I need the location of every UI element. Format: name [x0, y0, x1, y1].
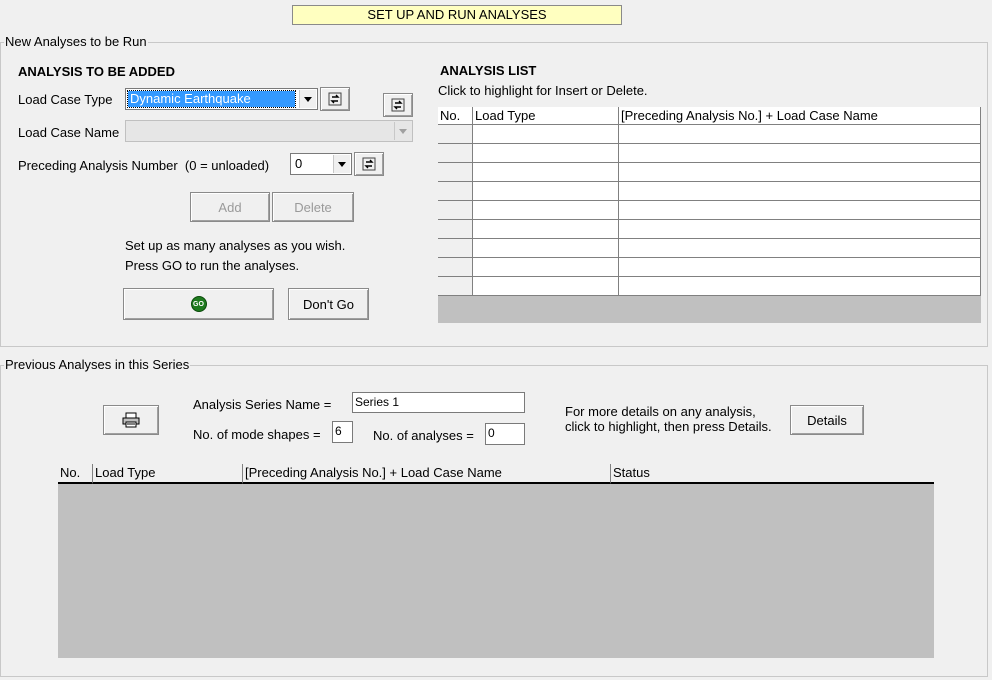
- add-button[interactable]: Add: [190, 192, 270, 222]
- load-case-name-label: Load Case Name: [18, 125, 120, 140]
- load-case-type-refresh-button[interactable]: [320, 87, 350, 111]
- load-case-type-selected: Dynamic Earthquake: [127, 90, 296, 108]
- preceding-analysis-label: Preceding Analysis Number (0 = unloaded): [18, 158, 270, 173]
- previous-analyses-grid[interactable]: No. Load Type [Preceding Analysis No.] +…: [58, 464, 934, 658]
- analysis-list-cell[interactable]: [619, 220, 981, 239]
- prev-grid-col-no[interactable]: No.: [58, 464, 93, 484]
- chevron-down-icon: [338, 161, 346, 167]
- printer-icon: [122, 412, 140, 428]
- analysis-to-add-heading: ANALYSIS TO BE ADDED: [18, 64, 175, 79]
- analysis-list-cell[interactable]: [619, 163, 981, 182]
- preceding-analysis-dropdown-arrow[interactable]: [333, 155, 350, 173]
- analysis-list-refresh-button[interactable]: [383, 93, 413, 117]
- refresh-icon: [362, 157, 376, 171]
- prev-grid-col-case-name[interactable]: [Preceding Analysis No.] + Load Case Nam…: [243, 464, 611, 484]
- prev-grid-col-load-type[interactable]: Load Type: [93, 464, 243, 484]
- go-button[interactable]: GO: [123, 288, 274, 320]
- analysis-list-cell[interactable]: [438, 182, 473, 201]
- analysis-list-hint: Click to highlight for Insert or Delete.: [438, 83, 648, 98]
- new-analyses-group-title: New Analyses to be Run: [4, 34, 148, 49]
- preceding-analysis-refresh-button[interactable]: [354, 152, 384, 176]
- refresh-icon: [328, 92, 342, 106]
- analysis-list-cell[interactable]: [473, 258, 619, 277]
- num-analyses-label: No. of analyses =: [373, 428, 474, 443]
- help-text-line1: Set up as many analyses as you wish.: [125, 238, 346, 253]
- analysis-list-cell[interactable]: [438, 220, 473, 239]
- load-case-name-select[interactable]: [125, 120, 413, 142]
- chevron-down-icon: [399, 128, 407, 134]
- mode-shapes-label: No. of mode shapes =: [193, 427, 321, 442]
- analysis-list-cell[interactable]: [438, 239, 473, 258]
- go-icon: GO: [190, 296, 207, 312]
- analysis-list-cell[interactable]: [473, 201, 619, 220]
- analysis-list-cell[interactable]: [473, 277, 619, 296]
- analysis-list-col-load-type[interactable]: Load Type: [473, 107, 619, 125]
- page-banner: SET UP AND RUN ANALYSES: [292, 5, 622, 25]
- delete-button[interactable]: Delete: [272, 192, 354, 222]
- analysis-list-cell[interactable]: [438, 125, 473, 144]
- preceding-analysis-selected: 0: [295, 156, 303, 171]
- analysis-list-grid[interactable]: No. Load Type [Preceding Analysis No.] +…: [438, 107, 981, 323]
- analysis-list-cell[interactable]: [619, 125, 981, 144]
- analysis-list-cell[interactable]: [619, 277, 981, 296]
- analysis-list-cell[interactable]: [438, 277, 473, 296]
- analysis-list-cell[interactable]: [619, 144, 981, 163]
- mode-shapes-input[interactable]: 6: [332, 421, 353, 443]
- load-case-type-select[interactable]: Dynamic Earthquake: [125, 88, 318, 110]
- print-button[interactable]: [103, 405, 159, 435]
- load-case-name-dropdown-arrow[interactable]: [394, 122, 411, 140]
- analysis-list-col-no[interactable]: No.: [438, 107, 473, 125]
- details-hint-line1: For more details on any analysis,: [565, 404, 756, 419]
- num-analyses-input[interactable]: 0: [485, 423, 525, 445]
- refresh-icon: [391, 98, 405, 112]
- analysis-list-rows[interactable]: [438, 125, 981, 296]
- analysis-list-cell[interactable]: [619, 182, 981, 201]
- preceding-analysis-select[interactable]: 0: [290, 153, 352, 175]
- analysis-list-cell[interactable]: [438, 144, 473, 163]
- series-name-label: Analysis Series Name =: [193, 397, 332, 412]
- analysis-list-cell[interactable]: [473, 220, 619, 239]
- load-case-type-label: Load Case Type: [18, 92, 113, 107]
- previous-analyses-group-title: Previous Analyses in this Series: [4, 357, 191, 372]
- analysis-list-heading: ANALYSIS LIST: [440, 63, 537, 78]
- details-hint-line2: click to highlight, then press Details.: [565, 419, 772, 434]
- analysis-list-cell[interactable]: [438, 163, 473, 182]
- dont-go-button[interactable]: Don't Go: [288, 288, 369, 320]
- analysis-list-cell[interactable]: [473, 182, 619, 201]
- analysis-list-cell[interactable]: [473, 125, 619, 144]
- help-text-line2: Press GO to run the analyses.: [125, 258, 300, 273]
- analysis-list-cell[interactable]: [619, 258, 981, 277]
- analysis-list-cell[interactable]: [473, 144, 619, 163]
- analysis-list-cell[interactable]: [473, 239, 619, 258]
- load-case-type-dropdown-arrow[interactable]: [299, 90, 316, 108]
- details-button[interactable]: Details: [790, 405, 864, 435]
- prev-grid-col-status[interactable]: Status: [611, 464, 934, 484]
- series-name-input[interactable]: Series 1: [352, 392, 525, 413]
- analysis-list-col-case-name[interactable]: [Preceding Analysis No.] + Load Case Nam…: [619, 107, 981, 125]
- analysis-list-cell[interactable]: [473, 163, 619, 182]
- analysis-list-cell[interactable]: [438, 201, 473, 220]
- chevron-down-icon: [304, 96, 312, 102]
- analysis-list-cell[interactable]: [619, 239, 981, 258]
- analysis-list-cell[interactable]: [438, 258, 473, 277]
- analysis-list-cell[interactable]: [619, 201, 981, 220]
